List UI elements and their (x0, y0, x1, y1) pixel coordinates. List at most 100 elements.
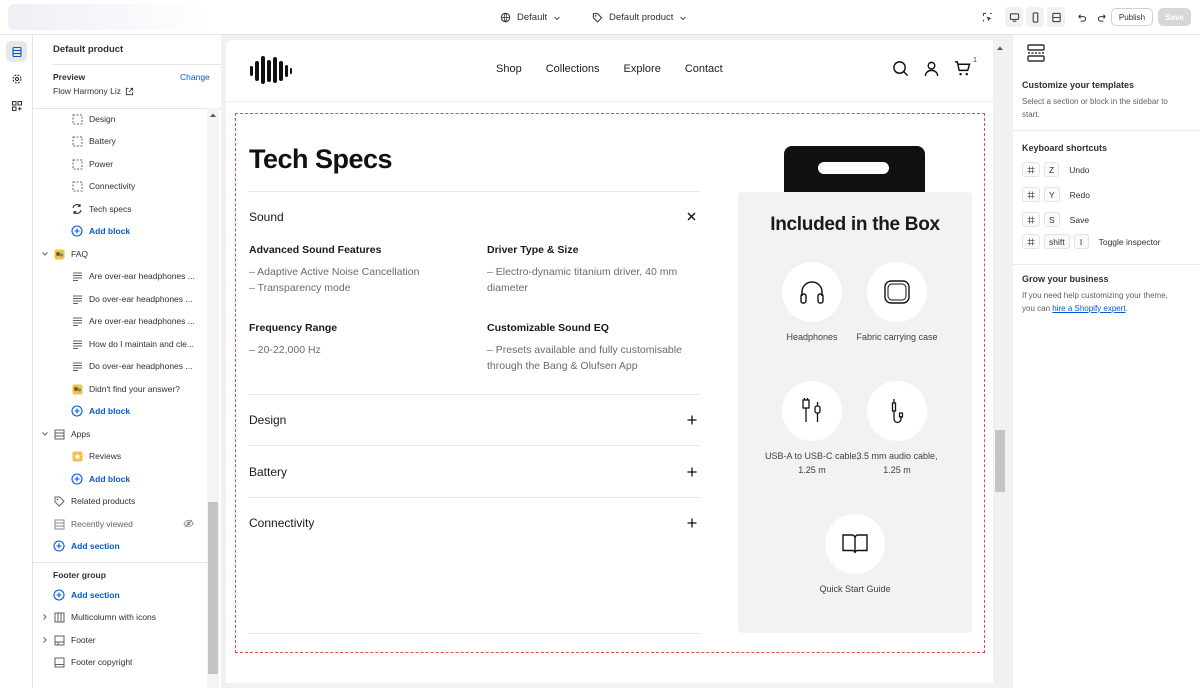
search-icon[interactable] (892, 60, 909, 77)
spec-heading: Customizable Sound EQ (487, 322, 609, 334)
faq-block[interactable]: How do I maintain and cle... (71, 335, 206, 353)
faq-block[interactable]: Do over-ear headphones ... (71, 357, 206, 375)
shortcut-inspector: shift I Toggle inspector (1022, 234, 1161, 249)
redo-button[interactable] (1093, 7, 1111, 27)
undo-button[interactable] (1072, 7, 1090, 27)
command-key-icon (1022, 162, 1040, 177)
template-selector[interactable]: Default product (592, 0, 687, 35)
block-connectivity[interactable]: Connectivity (71, 177, 135, 195)
fullscreen-view-button[interactable] (1047, 7, 1065, 27)
command-key-icon (1022, 212, 1040, 227)
section-recently-viewed[interactable]: Recently viewed (53, 515, 213, 533)
section-related-products[interactable]: Related products (53, 492, 135, 510)
desktop-view-button[interactable] (1005, 7, 1023, 27)
plus-icon[interactable] (687, 518, 697, 528)
accordion-connectivity[interactable]: Connectivity (249, 516, 700, 530)
header-icons (892, 60, 971, 77)
theme-selector[interactable]: Default (500, 0, 561, 35)
sidebar-scrollbar[interactable] (207, 108, 219, 688)
gear-icon (11, 73, 22, 84)
plus-icon[interactable] (687, 467, 697, 477)
block-power[interactable]: Power (71, 155, 113, 173)
close-icon[interactable] (687, 212, 696, 221)
apps-nav[interactable] (6, 95, 27, 116)
section-label: Multicolumn with icons (71, 612, 157, 622)
hire-expert-link[interactable]: hire a Shopify expert (1052, 304, 1125, 313)
book-icon (842, 534, 868, 554)
template-selector-label: Default product (609, 12, 674, 23)
nav-contact[interactable]: Contact (685, 63, 723, 75)
chevron-down-icon (680, 16, 687, 20)
plus-icon[interactable] (687, 415, 697, 425)
block-icon (71, 180, 83, 192)
accordion-sound[interactable]: Sound (249, 210, 700, 224)
accordion-title: Design (249, 413, 287, 427)
case-icon (884, 280, 910, 304)
faq-block[interactable]: Didn't find your answer? (71, 380, 206, 398)
scrollbar-thumb[interactable] (208, 502, 218, 674)
nav-shop[interactable]: Shop (496, 63, 522, 75)
preview-theme[interactable]: Flow Harmony Liz (53, 86, 134, 96)
inspector-toggle[interactable] (978, 7, 996, 27)
block-label: Do over-ear headphones ... (89, 361, 193, 371)
shortcut-save: S Save (1022, 212, 1089, 227)
footer-icon (53, 634, 65, 646)
add-icon (71, 473, 83, 485)
cursor-select-icon (982, 12, 992, 22)
spec-heading: Driver Type & Size (487, 244, 579, 256)
preview-scrollbar[interactable] (993, 40, 1007, 688)
add-block-button[interactable]: Add block (71, 402, 130, 420)
add-block-button[interactable]: Add block (71, 470, 130, 488)
faq-block[interactable]: Are over-ear headphones ... (71, 267, 206, 285)
shortcut-key: I (1073, 234, 1089, 249)
usb-cable-icon (802, 398, 821, 422)
nav-explore[interactable]: Explore (624, 63, 661, 75)
nav-collections[interactable]: Collections (546, 63, 600, 75)
sections-icon (11, 46, 22, 57)
store-logo-blur (8, 4, 208, 30)
section-footer-copyright[interactable]: Footer copyright (53, 653, 132, 671)
tech-specs-section[interactable]: Tech Specs Sound Advanced Sound Features… (235, 113, 985, 653)
add-section-button[interactable]: Add section (53, 537, 120, 555)
apps-icon (11, 100, 22, 111)
faq-block[interactable]: Are over-ear headphones ... (71, 312, 206, 330)
account-icon[interactable] (923, 60, 940, 77)
scrollbar-thumb[interactable] (995, 430, 1005, 492)
shortcut-key: shift (1044, 234, 1070, 249)
add-section-button[interactable]: Add section (53, 586, 120, 604)
block-battery[interactable]: Battery (71, 132, 116, 150)
add-icon (71, 405, 83, 417)
sections-nav[interactable] (6, 41, 27, 62)
add-block-button[interactable]: Add block (71, 222, 130, 240)
cart-icon[interactable] (954, 60, 971, 77)
accordion-design[interactable]: Design (249, 413, 700, 427)
save-button[interactable]: Save (1158, 8, 1191, 26)
desktop-icon (1009, 12, 1019, 22)
theme-settings-nav[interactable] (6, 68, 27, 89)
audio-cable-icon (891, 399, 904, 424)
block-label: Didn't find your answer? (89, 384, 180, 394)
block-label: Are over-ear headphones ... (89, 271, 195, 281)
change-preview-link[interactable]: Change (180, 72, 210, 82)
section-footer[interactable]: Footer (43, 631, 96, 649)
shortcut-undo: Z Undo (1022, 162, 1090, 177)
section-apps[interactable]: Apps (42, 425, 90, 443)
block-tech-specs[interactable]: Tech specs (71, 200, 132, 218)
hidden-eye-icon[interactable] (183, 518, 194, 529)
brand-logo-icon[interactable] (248, 54, 294, 86)
block-design[interactable]: Design (71, 110, 115, 128)
mobile-view-button[interactable] (1026, 7, 1044, 27)
divider (1013, 130, 1200, 131)
section-faq[interactable]: FAQ (42, 245, 88, 263)
refresh-block-icon (71, 203, 83, 215)
faq-block[interactable]: Do over-ear headphones ... (71, 290, 206, 308)
toolbar-icons (978, 7, 1111, 27)
accordion-battery[interactable]: Battery (249, 465, 700, 479)
box-item-circle (782, 262, 842, 322)
add-block-label: Add block (89, 406, 131, 416)
section-multicolumn[interactable]: Multicolumn with icons (43, 608, 157, 626)
publish-button[interactable]: Publish (1111, 8, 1153, 26)
app-block-reviews[interactable]: Reviews (71, 447, 121, 465)
add-icon (53, 589, 65, 601)
apps-section-icon (53, 428, 65, 440)
